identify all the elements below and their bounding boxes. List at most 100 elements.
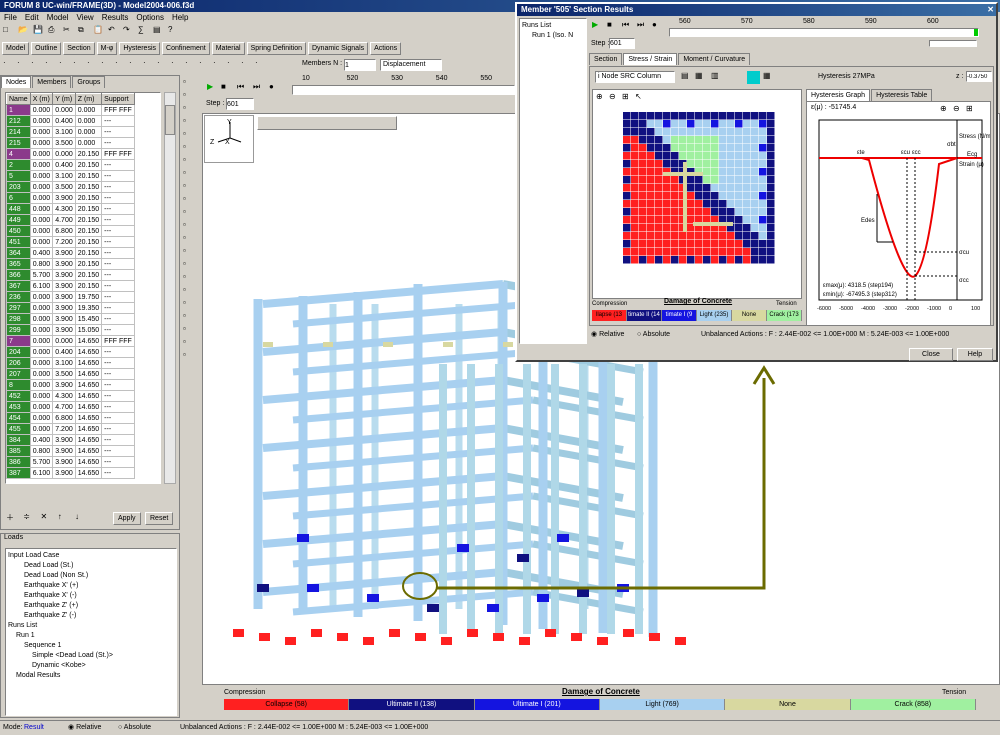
table-row[interactable]: 366 5.700 3.900 20.150 --- bbox=[6, 269, 135, 281]
calculate-icon[interactable]: ∑ bbox=[138, 25, 151, 38]
move-icon[interactable]: · bbox=[59, 58, 71, 71]
table-cell[interactable]: 207 bbox=[6, 368, 31, 380]
tree-item[interactable]: Simple <Dead Load (St.)> bbox=[8, 651, 174, 661]
table-cell[interactable]: --- bbox=[101, 445, 135, 457]
table-cell[interactable]: 215 bbox=[6, 137, 31, 149]
undo-icon[interactable]: ↶ bbox=[108, 25, 121, 38]
table-cell[interactable]: --- bbox=[101, 192, 135, 204]
column-header[interactable]: Z (m) bbox=[74, 93, 103, 105]
table-cell[interactable]: 0.000 bbox=[29, 423, 54, 435]
table-cell[interactable]: --- bbox=[101, 280, 135, 292]
chart-icon[interactable]: ▥ bbox=[711, 71, 724, 84]
table-cell[interactable]: 0.000 bbox=[29, 291, 54, 303]
table-cell[interactable]: 452 bbox=[6, 390, 31, 402]
table-cell[interactable]: 0.000 bbox=[29, 104, 54, 116]
select-icon[interactable]: · bbox=[227, 58, 239, 71]
view-tab-2[interactable]: Section bbox=[63, 42, 95, 55]
table-cell[interactable]: 3.900 bbox=[52, 302, 76, 314]
table-cell[interactable]: 8 bbox=[6, 379, 31, 391]
table-row[interactable]: 386 5.700 3.900 14.650 --- bbox=[6, 456, 135, 468]
help-button[interactable]: Help bbox=[957, 348, 993, 361]
vtool-icon-15[interactable]: ▫ bbox=[183, 272, 196, 283]
table-cell[interactable]: 0.000 bbox=[74, 126, 103, 138]
section-view[interactable]: ⊕ ⊖ ⊞ ↖ bbox=[592, 89, 802, 299]
dialog-tab-2[interactable]: Moment / Curvature bbox=[678, 53, 751, 65]
table-cell[interactable]: 6.100 bbox=[29, 467, 54, 479]
table-cell[interactable]: 448 bbox=[6, 203, 31, 215]
table-cell[interactable]: --- bbox=[101, 357, 135, 369]
scroll-thumb[interactable] bbox=[165, 105, 175, 135]
view-tab-9[interactable]: Actions bbox=[370, 42, 402, 55]
load-icon[interactable]: · bbox=[171, 58, 183, 71]
copy-icon[interactable]: ⧉ bbox=[78, 25, 91, 38]
vtool-icon-21[interactable]: ▫ bbox=[183, 350, 196, 361]
tree-item[interactable]: Modal Results bbox=[8, 671, 174, 681]
table-cell[interactable]: FFF FFF bbox=[101, 335, 135, 347]
table-cell[interactable]: FFF FFF bbox=[101, 148, 135, 160]
table-cell[interactable]: 0.000 bbox=[29, 225, 54, 237]
view-tab-3[interactable]: M-φ bbox=[96, 42, 118, 55]
dialog-relative-radio[interactable]: ◉ Relative bbox=[591, 329, 624, 341]
table-cell[interactable]: 236 bbox=[6, 291, 31, 303]
table-cell[interactable]: 0.000 bbox=[29, 236, 54, 248]
apply-button[interactable]: Apply bbox=[113, 512, 141, 525]
vtool-icon-20[interactable]: ▫ bbox=[183, 337, 196, 348]
dialog-record-icon[interactable]: ● bbox=[652, 20, 665, 33]
view-tab-7[interactable]: Spring Definition bbox=[246, 42, 306, 55]
view-tab-4[interactable]: Hysteresis bbox=[119, 42, 161, 55]
vtool-icon-12[interactable]: ▫ bbox=[183, 233, 196, 244]
table-cell[interactable]: 3.900 bbox=[52, 379, 76, 391]
table-cell[interactable]: 6.800 bbox=[52, 225, 76, 237]
table-cell[interactable]: --- bbox=[101, 313, 135, 325]
tree-item[interactable]: Runs List bbox=[8, 621, 174, 631]
table-row[interactable]: 365 0.800 3.900 20.150 --- bbox=[6, 258, 135, 270]
move-down-icon[interactable]: ↓ bbox=[75, 512, 88, 525]
table-cell[interactable]: 0.800 bbox=[29, 445, 54, 457]
table-cell[interactable]: 7.200 bbox=[52, 236, 76, 248]
table-cell[interactable]: 0.400 bbox=[52, 159, 76, 171]
table-cell[interactable]: --- bbox=[101, 368, 135, 380]
line-icon[interactable]: · bbox=[17, 58, 29, 71]
table-cell[interactable]: --- bbox=[101, 379, 135, 391]
nodes-scrollbar[interactable] bbox=[164, 92, 176, 484]
pan-icon[interactable]: · bbox=[255, 58, 267, 71]
table-cell[interactable]: 297 bbox=[6, 302, 31, 314]
table-cell[interactable]: 3.900 bbox=[52, 456, 76, 468]
table-row[interactable]: 203 0.000 3.500 20.150 --- bbox=[6, 181, 135, 193]
table-cell[interactable]: 364 bbox=[6, 247, 31, 259]
table-cell[interactable]: 20.150 bbox=[74, 280, 103, 292]
tree-item[interactable]: Earthquake Z' (+) bbox=[8, 601, 174, 611]
table-cell[interactable]: 2 bbox=[6, 159, 31, 171]
table-row[interactable]: 207 0.000 3.500 14.650 --- bbox=[6, 368, 135, 380]
table-cell[interactable]: 0.400 bbox=[29, 247, 54, 259]
table-cell[interactable]: 0.000 bbox=[29, 159, 54, 171]
table-row[interactable]: 5 0.000 3.100 20.150 --- bbox=[6, 170, 135, 182]
table-cell[interactable]: 0.000 bbox=[29, 357, 54, 369]
table-cell[interactable]: 0.400 bbox=[29, 434, 54, 446]
tree-item[interactable]: Earthquake Z' (-) bbox=[8, 611, 174, 621]
table-cell[interactable]: --- bbox=[101, 324, 135, 336]
move-up-icon[interactable]: ↑ bbox=[58, 512, 71, 525]
vtool-icon-5[interactable]: ▫ bbox=[183, 142, 196, 153]
table-cell[interactable]: --- bbox=[101, 126, 135, 138]
close-button[interactable]: Close bbox=[909, 348, 953, 361]
table-cell[interactable]: 0.000 bbox=[74, 104, 103, 116]
menu-edit[interactable]: Edit bbox=[25, 13, 39, 22]
table-cell[interactable]: 3.100 bbox=[52, 170, 76, 182]
table-cell[interactable]: 449 bbox=[6, 214, 31, 226]
table-cell[interactable]: 5.700 bbox=[29, 269, 54, 281]
table-row[interactable]: 387 6.100 3.900 14.650 --- bbox=[6, 467, 135, 479]
step-back-icon[interactable]: ⏮ bbox=[237, 82, 250, 95]
dialog-tab-1[interactable]: Stress / Strain bbox=[623, 53, 678, 65]
tree-item[interactable]: Dead Load (St.) bbox=[8, 561, 174, 571]
split-icon[interactable]: · bbox=[115, 58, 127, 71]
table-row[interactable]: 448 0.000 4.300 20.150 --- bbox=[6, 203, 135, 215]
cut-icon[interactable]: ✂ bbox=[63, 25, 76, 38]
mirror-icon[interactable]: · bbox=[73, 58, 85, 71]
table-cell[interactable]: 0.000 bbox=[29, 148, 54, 160]
table-cell[interactable]: 0.000 bbox=[29, 335, 54, 347]
fiber-icon[interactable]: ▦ bbox=[695, 71, 708, 84]
table-cell[interactable]: 20.150 bbox=[74, 159, 103, 171]
vtool-icon-14[interactable]: ▫ bbox=[183, 259, 196, 270]
table-cell[interactable]: 386 bbox=[6, 456, 31, 468]
